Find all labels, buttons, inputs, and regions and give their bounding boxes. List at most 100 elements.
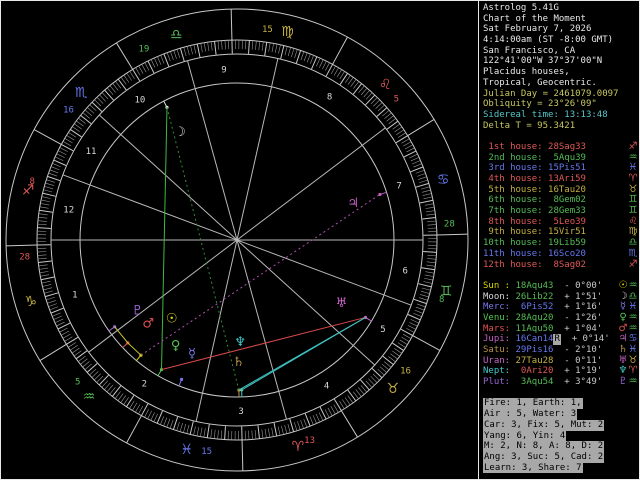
degree-tick bbox=[330, 406, 336, 415]
panel-row: Tropical, Geocentric. bbox=[483, 78, 638, 89]
panel-row: Sat February 7, 2026 bbox=[483, 24, 638, 35]
degree-tick bbox=[303, 52, 308, 62]
retrograde-badge: R bbox=[553, 334, 561, 346]
degree-tick bbox=[46, 179, 55, 183]
planet-position: 3Aqu54 bbox=[515, 377, 554, 388]
degree-tick bbox=[44, 290, 53, 294]
zodiac-sign-icon: ♑ bbox=[25, 294, 38, 310]
planet-velocity: + 0°14' bbox=[560, 334, 610, 345]
info-line: Tropical, Geocentric. bbox=[483, 77, 597, 88]
degree-tick bbox=[54, 318, 64, 324]
panel-row: Moon: 26Lib22 + 1°51' ☽ ♎ bbox=[483, 291, 638, 303]
degree-tick bbox=[120, 395, 127, 403]
panel-row: 3rd house: 15Pis51 ♓ bbox=[483, 163, 638, 174]
degree-tick bbox=[153, 413, 158, 423]
panel-row: 8th house: 5Leo39 ♌ bbox=[483, 216, 638, 228]
degree-tick bbox=[186, 46, 190, 56]
degree-tick bbox=[309, 55, 314, 64]
degree-tick bbox=[344, 397, 351, 406]
zodiac-sign-icon: ♐ bbox=[628, 258, 638, 270]
degree-tick bbox=[56, 321, 65, 327]
degree-tick bbox=[117, 393, 124, 401]
panel-row: Air : 5, Water: 3 bbox=[483, 409, 638, 420]
degree-tick bbox=[126, 72, 132, 81]
degree-tick bbox=[319, 406, 327, 420]
panel-row: 5th house: 16Tau20 ♉ bbox=[483, 184, 638, 196]
degree-tick bbox=[64, 138, 73, 144]
degree-tick bbox=[76, 120, 84, 127]
sign-boundary-line bbox=[230, 9, 233, 41]
planet-velocity: + 3°49' bbox=[553, 377, 603, 388]
degree-tick bbox=[80, 114, 92, 125]
degree-tick bbox=[193, 426, 196, 436]
degree-tick bbox=[82, 361, 90, 368]
degree-tick bbox=[176, 49, 181, 58]
degree-tick bbox=[61, 143, 74, 152]
panel-row: 10th house: 19Lib59 ♎ bbox=[483, 237, 638, 249]
degree-tick bbox=[396, 129, 405, 135]
degree-tick bbox=[150, 412, 155, 421]
planet-name: Nept: bbox=[483, 366, 516, 377]
degree-tick bbox=[42, 284, 52, 287]
degree-tick bbox=[157, 56, 162, 65]
panel-row: Jupi: 16Can14 R + 0°14' ♃ ♋ bbox=[483, 334, 638, 346]
jupi-icon: ♃ bbox=[347, 196, 359, 211]
venu-icon: ♀ bbox=[171, 338, 181, 353]
panel-row: Sun : 18Aqu43 - 0°00' ☉ ♒ bbox=[483, 279, 638, 292]
panel-row: Julian Day = 2461079.0097 bbox=[483, 89, 638, 100]
info-line: Sat February 7, 2026 bbox=[483, 24, 592, 35]
house-number: 7 bbox=[396, 182, 401, 192]
degree-tick bbox=[75, 350, 88, 360]
degree-tick bbox=[376, 107, 388, 117]
degree-tick bbox=[410, 156, 420, 162]
degree-tick bbox=[271, 427, 274, 437]
merc-icon: ☿ bbox=[188, 346, 196, 361]
degree-tick bbox=[394, 126, 403, 133]
degree-tick bbox=[257, 425, 260, 439]
sign-boundary-line bbox=[33, 129, 62, 145]
planet-icon: ☉ bbox=[618, 279, 628, 291]
degree-tick bbox=[217, 40, 220, 50]
degree-tick bbox=[333, 67, 339, 76]
degree-tick bbox=[392, 350, 400, 357]
degree-tick bbox=[284, 46, 288, 56]
degree-tick bbox=[66, 135, 75, 141]
house-cusp-text: 1st house: 28Sag33 bbox=[483, 141, 586, 152]
info-line: 4:14:00am (ST -8:00 GMT) bbox=[483, 35, 614, 46]
house-number: 4 bbox=[324, 382, 329, 392]
degree-tick bbox=[150, 59, 156, 68]
house-cusp-text: 7th house: 28Gem33 bbox=[483, 206, 586, 217]
degree-tick bbox=[59, 327, 68, 333]
planet-name: Jupi: bbox=[483, 334, 516, 345]
cusp-degree-label: 13 bbox=[304, 436, 315, 446]
planet-name: Satu: bbox=[483, 345, 516, 355]
degree-tick bbox=[40, 199, 50, 203]
planet-icon: ♇ bbox=[618, 376, 628, 388]
degree-tick bbox=[203, 42, 206, 52]
degree-tick bbox=[40, 276, 55, 281]
zodiac-sign-icon: ♈ bbox=[292, 439, 305, 455]
panel-row: Uran: 27Tau28 - 0°11' ♅ ♉ bbox=[483, 355, 638, 367]
zodiac-sign-icon: ♒ bbox=[628, 376, 638, 388]
moon-icon: ☽ bbox=[174, 125, 186, 140]
planet-velocity: + 1°16' bbox=[553, 302, 603, 313]
planet-name: Plut: bbox=[483, 377, 516, 388]
panel-row: Merc: 6Pis52 + 1°16' ☿ ♓ bbox=[483, 302, 638, 313]
degree-tick bbox=[126, 395, 135, 407]
degree-tick bbox=[420, 290, 430, 294]
degree-tick bbox=[287, 47, 291, 57]
sign-boundary-line bbox=[412, 335, 441, 351]
info-line: Chart of the Moment bbox=[483, 13, 586, 24]
planet-velocity: + 1°19' bbox=[553, 366, 603, 377]
degree-tick bbox=[417, 173, 426, 177]
nept-icon: ♆ bbox=[234, 335, 246, 350]
degree-tick bbox=[401, 138, 410, 144]
degree-tick bbox=[278, 44, 281, 54]
degree-tick bbox=[424, 277, 434, 281]
degree-tick bbox=[132, 402, 138, 411]
planet-position: 28Aqu20 bbox=[515, 312, 554, 323]
house-number: 6 bbox=[403, 266, 408, 276]
cusp-degree-label: 5 bbox=[394, 95, 399, 105]
house-number: 1 bbox=[72, 290, 77, 300]
info-line: Placidus houses, bbox=[483, 67, 570, 78]
